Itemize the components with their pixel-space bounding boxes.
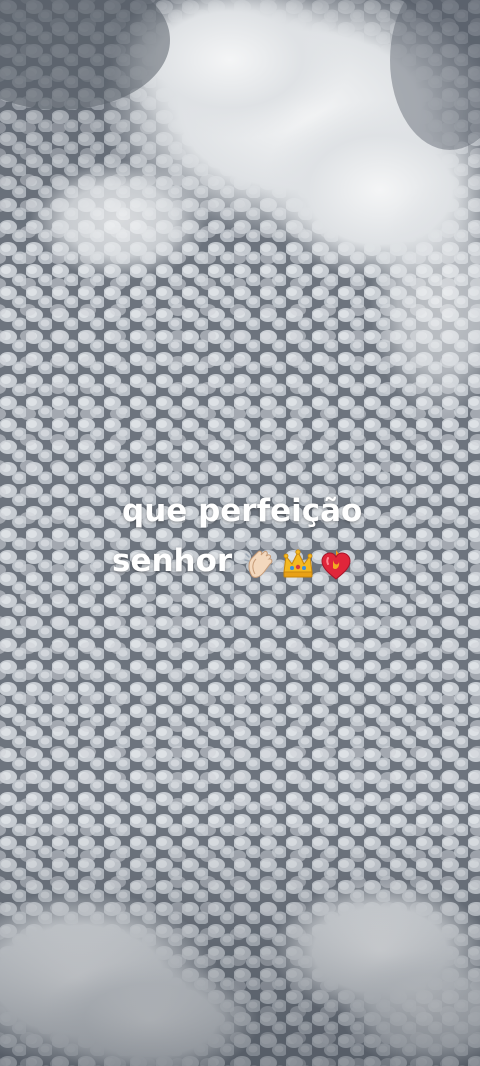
- caption-overlay: que perfeição senhor: [0, 486, 480, 588]
- caption-line-2-text: senhor: [112, 543, 233, 579]
- clapping-hands-icon: [244, 549, 273, 578]
- emoji-row: [240, 538, 354, 588]
- burning-heart-icon: [321, 550, 351, 580]
- caption-line-1: que perfeição: [122, 493, 363, 529]
- photo-scene: que perfeição senhor: [0, 0, 480, 1066]
- crown-icon: [283, 549, 313, 578]
- caption-line-2: senhor: [112, 536, 480, 588]
